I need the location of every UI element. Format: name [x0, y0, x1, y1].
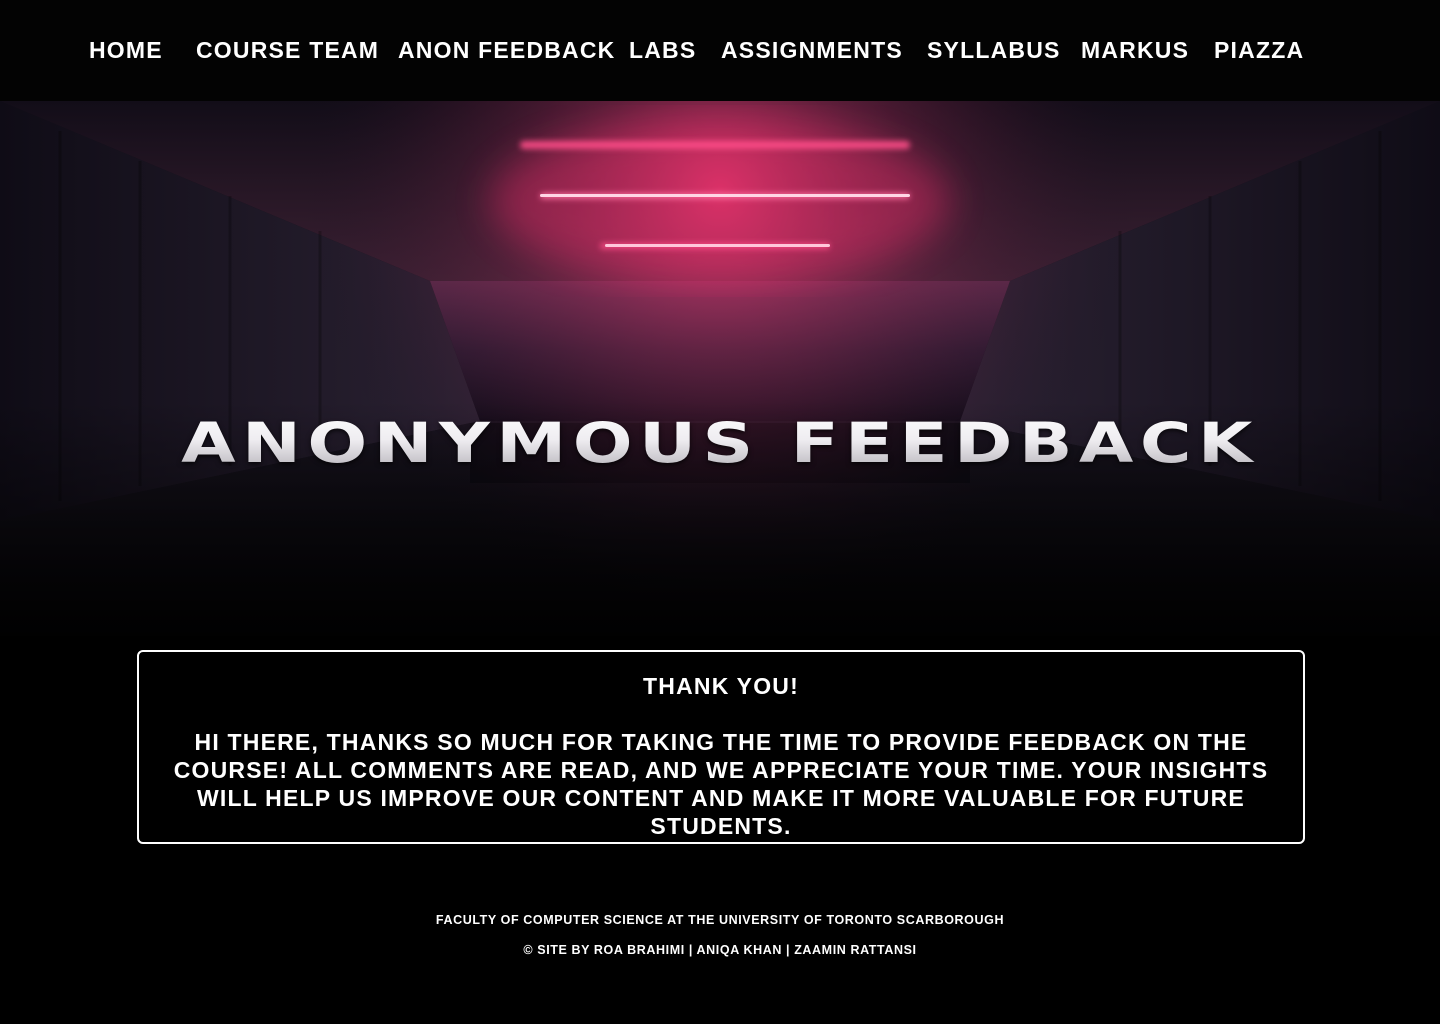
message-title: THANK YOU!: [643, 673, 799, 699]
nav-piazza-link[interactable]: PIAZZA: [1214, 36, 1304, 64]
nav-markus-link[interactable]: MARKUS: [1081, 36, 1189, 64]
thank-you-message-box: THANK YOU! HI THERE, THANKS SO MUCH FOR …: [137, 650, 1305, 844]
page-title: ANONYMOUS FEEDBACK: [0, 407, 1440, 479]
nav-assignments-link[interactable]: ASSIGNMENTS: [721, 36, 903, 64]
hero-background-image: [0, 101, 1440, 636]
message-body: HI THERE, THANKS SO MUCH FOR TAKING THE …: [173, 729, 1269, 839]
top-navigation: HOME COURSE TEAM ANON FEEDBACK LABS ASSI…: [0, 0, 1440, 101]
nav-anon-feedback-link[interactable]: ANON FEEDBACK: [398, 36, 616, 64]
nav-labs-link[interactable]: LABS: [629, 36, 696, 64]
nav-course-team-link[interactable]: COURSE TEAM: [196, 36, 379, 64]
nav-home-link[interactable]: HOME: [89, 36, 163, 64]
hero-banner: ANONYMOUS FEEDBACK: [0, 101, 1440, 636]
footer-credits-text: © SITE BY ROA BRAHIMI | ANIQA KHAN | ZAA…: [523, 943, 917, 957]
footer-faculty-text: FACULTY OF COMPUTER SCIENCE AT THE UNIVE…: [435, 913, 1005, 927]
nav-syllabus-link[interactable]: SYLLABUS: [927, 36, 1061, 64]
